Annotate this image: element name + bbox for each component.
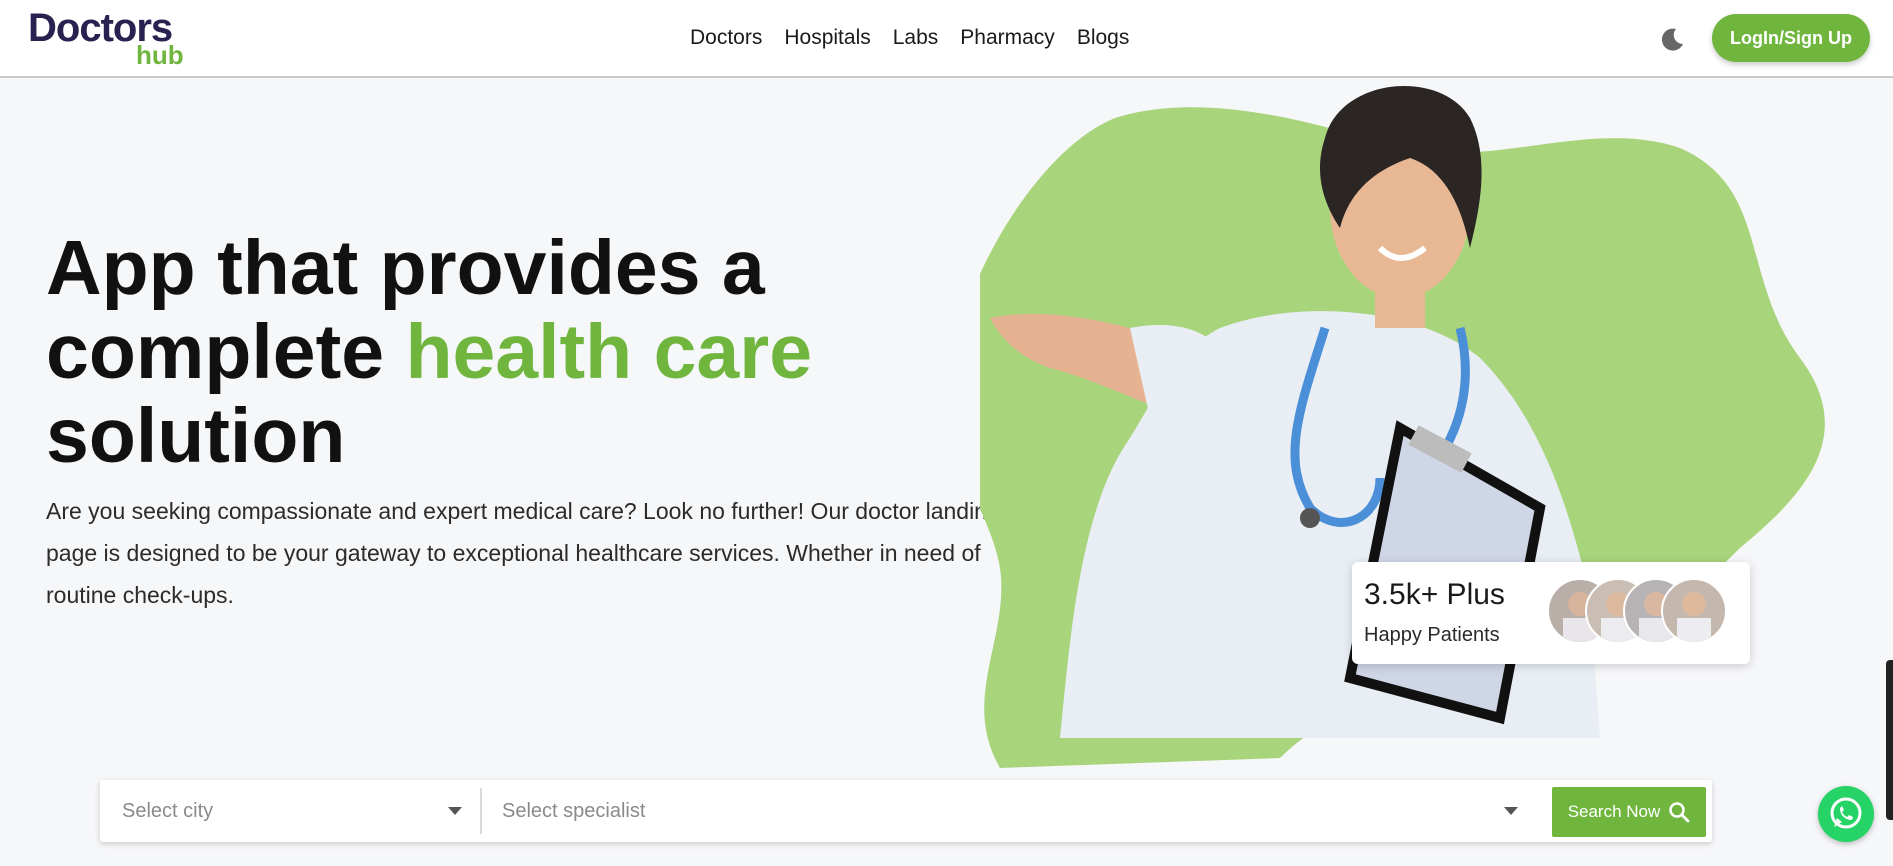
- edge-tab: [1886, 660, 1893, 820]
- whatsapp-button[interactable]: [1818, 786, 1874, 842]
- search-divider: [480, 788, 482, 834]
- site-header: Doctors hub Doctors Hospitals Labs Pharm…: [0, 0, 1893, 78]
- main-nav: Doctors Hospitals Labs Pharmacy Blogs: [690, 24, 1151, 52]
- login-signup-button[interactable]: LogIn/Sign Up: [1712, 14, 1870, 62]
- search-icon: [1669, 802, 1690, 823]
- hero-title-accent: health care: [405, 309, 813, 395]
- nav-hospitals[interactable]: Hospitals: [784, 24, 870, 52]
- search-bar: Select city Select specialist Search Now: [100, 780, 1712, 842]
- avatar: [1661, 578, 1727, 644]
- nav-blogs[interactable]: Blogs: [1077, 24, 1130, 52]
- hero-title-part2: solution: [46, 393, 346, 479]
- whatsapp-icon: [1830, 797, 1862, 829]
- doctor-illustration: [980, 85, 1825, 768]
- chevron-down-icon[interactable]: [1504, 807, 1518, 815]
- doctors-hub-logo[interactable]: Doctors hub: [28, 8, 198, 70]
- happy-patients-card: 3.5k+ Plus Happy Patients: [1352, 562, 1750, 664]
- city-select[interactable]: Select city: [122, 780, 482, 842]
- search-now-button[interactable]: Search Now: [1552, 787, 1706, 837]
- patient-avatars: [1547, 578, 1737, 648]
- moon-icon[interactable]: [1658, 26, 1686, 54]
- nav-labs[interactable]: Labs: [893, 24, 939, 52]
- hero-title: App that provides a complete health care…: [46, 226, 946, 478]
- nav-doctors[interactable]: Doctors: [690, 24, 762, 52]
- specialist-select[interactable]: Select specialist: [502, 780, 1610, 842]
- nav-pharmacy[interactable]: Pharmacy: [960, 24, 1055, 52]
- logo-text-bottom: hub: [136, 40, 184, 70]
- patients-label: Happy Patients: [1364, 624, 1500, 646]
- patients-count: 3.5k+ Plus: [1364, 578, 1505, 611]
- specialist-select-placeholder: Select specialist: [502, 799, 646, 822]
- city-select-placeholder: Select city: [122, 799, 214, 822]
- hero-description: Are you seeking compassionate and expert…: [46, 498, 1000, 608]
- search-now-label: Search Now: [1567, 802, 1661, 821]
- chevron-down-icon[interactable]: [448, 807, 462, 815]
